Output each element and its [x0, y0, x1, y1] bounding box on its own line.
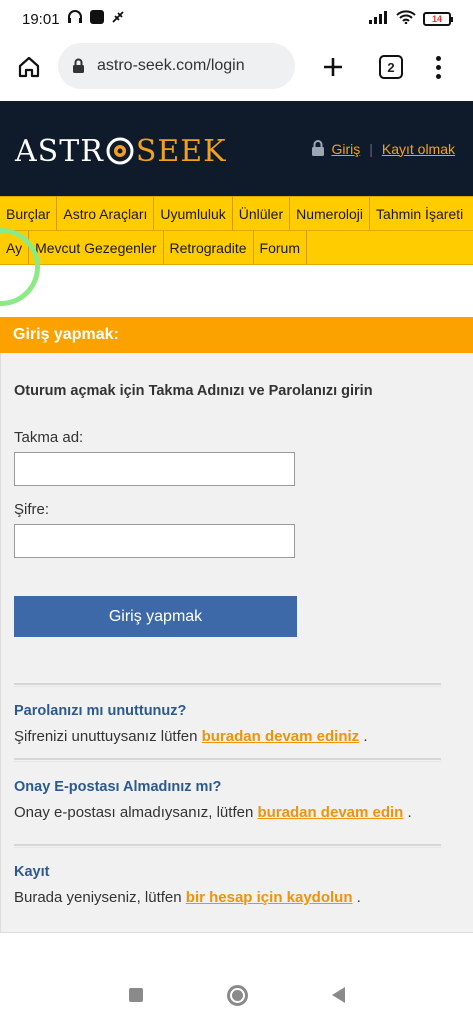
forgot-end: . [359, 728, 368, 745]
headphones-icon [67, 10, 83, 28]
plus-icon [324, 58, 342, 76]
signal-icon [369, 10, 389, 28]
nav-row-2: Ay Mevcut Gezegenler Retrogradite Forum [0, 231, 473, 265]
auth-separator: | [369, 140, 373, 157]
confirm-email-title: Onay E-postası Almadınız mı? [14, 779, 222, 795]
clock: 19:01 [22, 10, 60, 28]
divider [14, 683, 441, 687]
status-left: 19:01 [22, 10, 125, 28]
home-button[interactable] [0, 38, 58, 96]
nav-row-1: Burçlar Astro Araçları Uyumluluk Ünlüler… [0, 197, 473, 231]
login-link[interactable]: Giriş [331, 141, 360, 157]
login-button[interactable]: Giriş yapmak [14, 596, 297, 637]
status-right: 14 [369, 10, 453, 28]
forgot-password-title: Parolanızı mı unuttunuz? [14, 703, 187, 719]
browser-toolbar: astro-seek.com/login 2 [0, 38, 473, 96]
nav-item-numeroloji[interactable]: Numeroloji [290, 197, 371, 230]
site-header: ASTR SEEK Giriş | Kayıt olmak [0, 101, 473, 196]
nav-item-astro-araclari[interactable]: Astro Araçları [57, 197, 155, 230]
wifi-icon [396, 10, 416, 28]
password-field[interactable] [14, 524, 295, 558]
login-panel: Oturum açmak için Takma Adınızı ve Parol… [0, 353, 473, 933]
muted-notification-icon [111, 10, 125, 28]
nav-item-uyumluluk[interactable]: Uyumluluk [154, 197, 233, 230]
forgot-text: Şifrenizi unuttuysanız lütfen [14, 728, 202, 745]
nav-item-mevcut-gezegenler[interactable]: Mevcut Gezegenler [29, 231, 164, 264]
logo-text-right: SEEK [135, 133, 227, 169]
password-label: Şifre: [14, 501, 50, 518]
notification-app-icon [89, 10, 104, 28]
status-bar: 19:01 14 [0, 0, 473, 38]
tabs-icon[interactable]: 2 [379, 55, 403, 79]
login-intro: Oturum açmak için Takma Adınızı ve Parol… [14, 383, 373, 399]
url-text: astro-seek.com/login [97, 57, 245, 74]
confirm-end: . [403, 804, 412, 821]
divider [14, 758, 441, 762]
forgot-password-link[interactable]: buradan devam ediniz [202, 728, 360, 745]
panel-title: Giriş yapmak: [0, 317, 473, 353]
home-icon [18, 56, 40, 78]
nav-item-retrogradite[interactable]: Retrogradite [164, 231, 254, 264]
nav-item-tahmin-isareti[interactable]: Tahmin İşareti [370, 197, 469, 230]
register-title: Kayıt [14, 864, 50, 880]
screen: 19:01 14 astro-seek.com/login 2 ASTR SEE… [0, 0, 473, 1024]
register-account-link[interactable]: bir hesap için kaydolun [186, 889, 353, 906]
confirm-text: Onay e-postası almadıysanız, lütfen [14, 804, 258, 821]
back-icon[interactable] [331, 987, 345, 1003]
nav-item-burclar[interactable]: Burçlar [0, 197, 58, 230]
lock-icon [73, 58, 84, 73]
register-text-start: Burada yeniyseniz, lütfen [14, 889, 186, 906]
battery-icon: 14 [423, 12, 453, 26]
register-link[interactable]: Kayıt olmak [382, 141, 455, 157]
logo-text-left: ASTR [15, 133, 104, 169]
padlock-icon [312, 140, 325, 156]
auth-links: Giriş | Kayıt olmak [311, 140, 455, 157]
logo-eye-icon [105, 136, 135, 166]
more-vert-icon[interactable] [428, 38, 448, 96]
nav-item-ay[interactable]: Ay [0, 231, 30, 264]
main-nav: Burçlar Astro Araçları Uyumluluk Ünlüler… [0, 196, 473, 265]
home-nav-icon[interactable] [226, 984, 248, 1006]
address-bar[interactable]: astro-seek.com/login [58, 43, 295, 89]
recents-icon[interactable] [128, 988, 143, 1002]
system-nav-bar [0, 966, 473, 1024]
username-label: Takma ad: [14, 429, 84, 446]
register-end: . [352, 889, 361, 906]
forgot-password-text: Şifrenizi unuttuysanız lütfen buradan de… [14, 728, 368, 745]
username-field[interactable] [14, 452, 295, 486]
nav-item-unluler[interactable]: Ünlüler [233, 197, 291, 230]
divider [14, 844, 441, 848]
nav-item-forum[interactable]: Forum [254, 231, 307, 264]
confirm-email-text: Onay e-postası almadıysanız, lütfen bura… [14, 804, 412, 821]
new-tab-button[interactable] [318, 38, 348, 96]
site-logo[interactable]: ASTR SEEK [15, 133, 227, 169]
confirm-email-link[interactable]: buradan devam edin [257, 804, 403, 821]
register-text: Burada yeniyseniz, lütfen bir hesap için… [14, 889, 361, 906]
